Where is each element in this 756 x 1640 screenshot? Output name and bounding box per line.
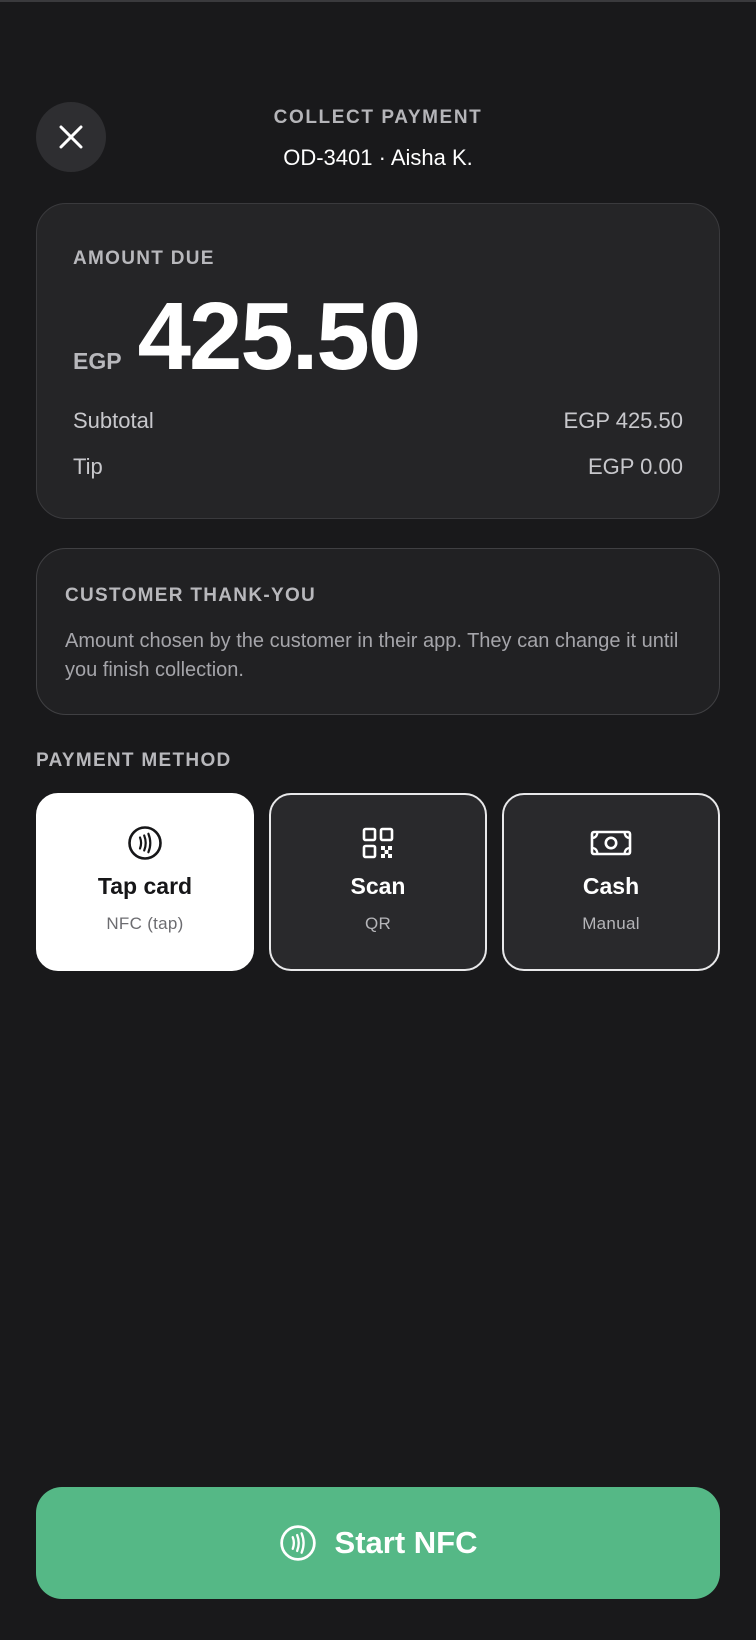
page-title: COLLECT PAYMENT [273,107,483,128]
method-cash[interactable]: Cash Manual [502,793,720,971]
amount-due-label: AMOUNT DUE [73,248,215,269]
thank-you-description: Amount chosen by the customer in their a… [65,630,679,681]
nfc-icon [279,1525,316,1561]
amount-row: EGP 425.50 [73,282,422,392]
method-scan[interactable]: Scan QR [269,793,487,971]
method-subtitle: NFC (tap) [106,914,184,933]
payment-method-selector: Tap card NFC (tap) Scan QR Cash Manual [36,793,720,971]
subtotal-label: Subtotal [73,408,154,433]
tip-label: Tip [73,454,103,479]
thank-you-title: CUSTOMER THANK-YOU [65,585,317,606]
order-reference: OD-3401 · Aisha K. [283,145,473,170]
payment-method-label: PAYMENT METHOD [36,750,232,771]
method-tap-card[interactable]: Tap card NFC (tap) [36,793,254,971]
method-subtitle: Manual [582,914,640,933]
method-name: Cash [582,873,640,899]
tip-row: Tip EGP 0.00 [73,454,683,480]
tip-value: EGP 0.00 [588,454,683,479]
amount-currency: EGP [73,348,122,374]
banknote-icon [590,825,632,861]
method-name: Scan [350,873,406,899]
start-nfc-label: Start NFC [334,1525,478,1560]
amount-due-card: AMOUNT DUE EGP 425.50 Subtotal EGP 425.5… [36,203,720,519]
subtotal-value: EGP 425.50 [563,408,683,433]
subtotal-row: Subtotal EGP 425.50 [73,408,683,434]
amount-value: 425.50 [137,283,422,390]
customer-thank-you-card: CUSTOMER THANK-YOU Amount chosen by the … [36,548,720,715]
start-nfc-button[interactable]: Start NFC [36,1487,720,1599]
method-subtitle: QR [364,914,392,933]
nfc-icon [127,825,163,861]
method-name: Tap card [97,873,193,899]
header: COLLECT PAYMENT OD-3401 · Aisha K. [0,104,756,172]
status-divider [0,0,756,2]
qr-code-icon [362,825,394,861]
